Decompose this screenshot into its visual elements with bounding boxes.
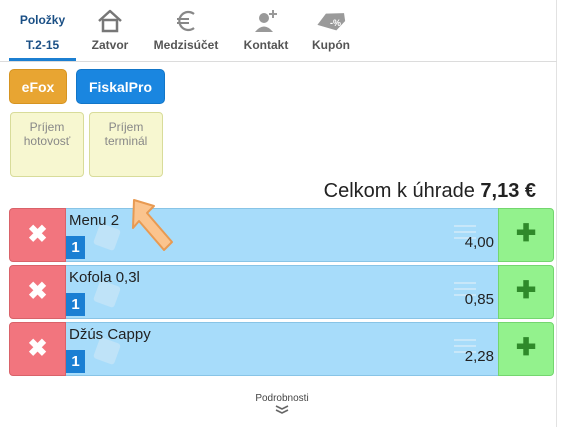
details-toggle[interactable]: Podrobnosti [252,393,312,415]
item-price: 2,28 [464,348,494,365]
pos-panel: Položky T.2-15 Zatvor Medzisúčet Kontakt… [0,0,557,427]
item-name: Menu 2 [69,212,120,229]
cash-tile-line1: Príjem [29,120,65,134]
add-item-button[interactable]: ✚ [498,322,554,376]
tab-contact[interactable]: Kontakt [236,0,296,61]
plus-icon: ✚ [515,334,537,361]
terminal-payment-tile[interactable]: Príjem terminál [89,112,163,177]
close-icon: ✖ [27,335,48,362]
item-quantity: 1 [66,236,85,259]
item-name: Kofola 0,3l [69,269,140,286]
efox-button[interactable]: eFox [9,69,67,104]
double-chevron-down-icon [275,405,289,414]
add-item-button[interactable]: ✚ [498,208,554,262]
tab-items[interactable]: Položky T.2-15 [9,0,76,61]
total-due: Celkom k úhrade 7,13 € [324,180,536,203]
item-quantity: 1 [66,293,85,316]
home-icon [98,9,122,33]
order-item-row: ✖ Kofola 0,3l 1 0,85 ✚ [9,265,554,319]
tab-items-title: Položky [19,13,66,27]
remove-item-button[interactable]: ✖ [9,322,66,376]
tab-coupon-label: Kupón [312,38,350,52]
close-icon: ✖ [27,221,48,248]
close-icon: ✖ [27,278,48,305]
tab-bar: Položky T.2-15 Zatvor Medzisúčet Kontakt… [0,0,557,62]
total-label: Celkom k úhrade [323,180,475,202]
add-person-icon [255,10,277,32]
total-amount: 7,13 € [480,180,536,202]
coupon-tag-icon: -% [317,13,346,31]
tab-items-table: T.2-15 [25,38,60,52]
order-item-row: ✖ Menu 2 1 4,00 ✚ [9,208,554,262]
tutorial-arrow-icon [132,199,173,251]
tab-close[interactable]: Zatvor [82,0,138,61]
tab-subtotal-label: Medzisúčet [153,38,219,52]
item-price: 4,00 [464,234,494,251]
plus-icon: ✚ [515,220,537,247]
order-item[interactable]: Džús Cappy 1 2,28 [66,322,498,376]
remove-item-button[interactable]: ✖ [9,265,66,319]
add-item-button[interactable]: ✚ [498,265,554,319]
item-quantity: 1 [66,350,85,373]
item-price: 0,85 [464,291,494,308]
remove-item-button[interactable]: ✖ [9,208,66,262]
tab-close-label: Zatvor [91,38,129,52]
details-label: Podrobnosti [255,393,309,404]
tab-subtotal[interactable]: Medzisúčet [148,0,224,61]
fiskalpro-button[interactable]: FiskalPro [76,69,165,104]
cash-payment-tile[interactable]: Príjem hotovosť [10,112,84,177]
terminal-tile-line2: terminál [104,134,148,148]
plus-icon: ✚ [515,277,537,304]
cash-tile-line2: hotovosť [23,134,71,148]
item-name: Džús Cappy [69,326,151,343]
tab-coupon[interactable]: -% Kupón [305,0,357,61]
terminal-tile-line1: Príjem [108,120,144,134]
order-item[interactable]: Kofola 0,3l 1 0,85 [66,265,498,319]
svg-text:-%: -% [330,18,341,28]
tab-contact-label: Kontakt [243,38,289,52]
euro-icon [177,10,195,32]
order-item-row: ✖ Džús Cappy 1 2,28 ✚ [9,322,554,376]
